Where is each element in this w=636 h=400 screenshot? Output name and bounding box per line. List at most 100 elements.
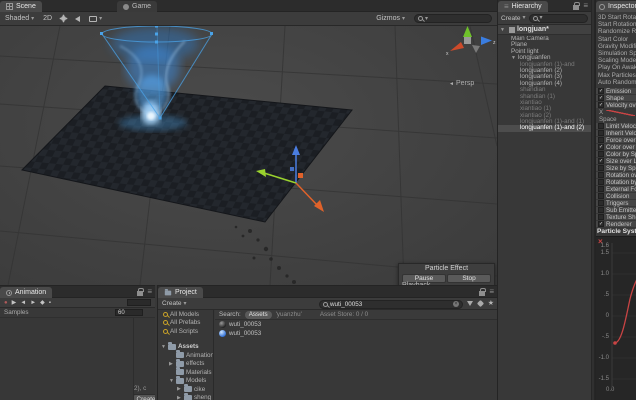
- search-scope-assets[interactable]: Assets: [244, 310, 272, 319]
- module-checkbox[interactable]: [598, 137, 604, 143]
- foldout-icon[interactable]: ▼: [169, 378, 174, 384]
- module-checkbox[interactable]: [598, 172, 604, 178]
- scene-root-row[interactable]: ▼ longjuan*: [498, 25, 591, 35]
- tab-game[interactable]: Game: [117, 1, 158, 12]
- project-search-input[interactable]: wuti_00053 ×: [319, 299, 463, 309]
- curve-editor[interactable]: × 1.6 1.5 1.0.5 0 -.5 -1.0 -1.5 0.0: [596, 236, 636, 400]
- module-label: Limit Velocity over Lifetime: [606, 122, 636, 130]
- add-keyframe-button[interactable]: ◆: [40, 299, 45, 306]
- scene-search-input[interactable]: ▾: [414, 14, 492, 23]
- folder-sheng[interactable]: ▶ sheng: [158, 392, 213, 400]
- stop-button[interactable]: Stop: [447, 274, 491, 283]
- foldout-icon[interactable]: ▶: [177, 395, 182, 400]
- module-checkbox[interactable]: [598, 200, 604, 206]
- gizmos-dropdown[interactable]: Gizmos ▾: [376, 15, 405, 22]
- effects-dropdown[interactable]: ▾: [89, 15, 102, 22]
- asset-store-count[interactable]: Asset Store: 0 / 0: [320, 311, 368, 318]
- module-checkbox[interactable]: [598, 165, 604, 171]
- create-dropdown[interactable]: Create ▾: [162, 300, 187, 307]
- property-simulation-space[interactable]: Simulation Space: [596, 50, 636, 57]
- curve-key-point[interactable]: [613, 341, 617, 345]
- next-key-button[interactable]: ►: [30, 300, 36, 306]
- tab-inspector[interactable]: Inspector: [596, 1, 636, 12]
- module-checkbox[interactable]: [598, 130, 604, 136]
- module-checkbox[interactable]: ✓: [598, 144, 604, 150]
- animation-dopesheet[interactable]: 2), c Create Dope Sheet Curves: [0, 318, 155, 400]
- foldout-icon[interactable]: ▼: [161, 344, 166, 350]
- folder-animation[interactable]: Animation: [158, 350, 213, 360]
- property-scaling-mode[interactable]: Scaling Mode: [596, 57, 636, 64]
- save-search-icon[interactable]: ★: [488, 300, 494, 307]
- search-by-label-icon[interactable]: [476, 299, 484, 308]
- folder-materials[interactable]: Materials: [158, 367, 213, 377]
- favorite-all-prefabs[interactable]: All Prefabs: [158, 319, 213, 328]
- 2d-toggle[interactable]: 2D: [43, 15, 52, 22]
- scene-viewport[interactable]: z x ◄ Persp Particle Effect Pause Stop P…: [0, 26, 497, 285]
- add-event-button[interactable]: ▪: [49, 300, 51, 306]
- hierarchy-search-input[interactable]: ▾: [528, 13, 588, 23]
- module-checkbox[interactable]: [598, 151, 604, 157]
- chevron-down-icon: ▾: [539, 15, 543, 21]
- record-button[interactable]: ●: [4, 300, 8, 306]
- panel-menu-icon[interactable]: ≡: [147, 288, 152, 296]
- tab-scene[interactable]: Scene: [0, 1, 42, 12]
- scene-toolbar: Shaded ▾ 2D ▾ Gizmos ▾ ▾: [0, 12, 497, 26]
- hierarchy-item-longjuanfen-1-and-2[interactable]: longjuanfen (1)-and (2): [498, 125, 591, 132]
- shading-mode-dropdown[interactable]: Shaded ▾: [5, 15, 34, 22]
- property-max-particles[interactable]: Max Particles: [596, 72, 636, 79]
- folder-effects[interactable]: ▶ effects: [158, 358, 213, 369]
- module-checkbox[interactable]: [598, 193, 604, 199]
- result-wuti-00053[interactable]: wuti_00053: [215, 320, 497, 329]
- module-label: Size over Lifetime: [606, 157, 636, 165]
- prev-key-button[interactable]: ◄: [20, 300, 26, 306]
- foldout-icon[interactable]: ▶: [169, 361, 174, 367]
- folder-assets[interactable]: ▼ Assets: [158, 341, 213, 352]
- foldout-icon[interactable]: ▼: [500, 27, 505, 33]
- velocity-curve[interactable]: [614, 275, 636, 344]
- velocity-x-curve[interactable]: [606, 109, 635, 116]
- property-start-rotation[interactable]: Start Rotation: [596, 21, 636, 28]
- property-start-color[interactable]: Start Color: [596, 36, 636, 43]
- result-wuti-00053[interactable]: wuti_00053: [215, 329, 497, 338]
- audio-toggle-icon[interactable]: [75, 15, 81, 22]
- module-checkbox[interactable]: [598, 207, 604, 213]
- property-play-on-awake[interactable]: Play On Awake*: [596, 64, 636, 71]
- module-checkbox[interactable]: ✓: [598, 102, 604, 108]
- play-button[interactable]: ▶: [12, 299, 17, 306]
- tab-hierarchy[interactable]: ≡ Hierarchy: [498, 1, 548, 12]
- module-checkbox[interactable]: [598, 214, 604, 220]
- foldout-icon[interactable]: ▶: [177, 386, 182, 392]
- lock-icon[interactable]: [573, 2, 581, 10]
- clear-search-icon[interactable]: ×: [453, 301, 459, 307]
- module-checkbox[interactable]: [598, 179, 604, 185]
- tab-animation[interactable]: Animation: [0, 287, 53, 298]
- property-gravity-modifier[interactable]: Gravity Modifier: [596, 43, 636, 50]
- favorite-all-scripts[interactable]: All Scripts: [158, 327, 213, 336]
- panel-menu-icon[interactable]: ≡: [489, 288, 494, 296]
- module-checkbox[interactable]: ✓: [598, 158, 604, 164]
- property-randomize-rotation[interactable]: Randomize Rotation: [596, 28, 636, 35]
- panel-menu-icon[interactable]: ≡: [583, 2, 588, 10]
- frame-field[interactable]: [127, 299, 151, 306]
- search-by-type-icon[interactable]: [466, 301, 473, 306]
- perspective-label[interactable]: ◄ Persp: [449, 80, 474, 87]
- foldout-icon[interactable]: ▼: [511, 55, 516, 61]
- lock-icon[interactable]: [479, 288, 487, 296]
- project-toolbar: Create ▾ wuti_00053 × ★: [158, 298, 497, 310]
- ground-plane[interactable]: [21, 85, 353, 223]
- module-checkbox[interactable]: ✓: [598, 95, 604, 101]
- scene-view-panel: Scene Game Shaded ▾ 2D ▾ Gizmos ▾ ▾ z x …: [0, 0, 497, 285]
- lighting-toggle-icon[interactable]: [61, 16, 67, 21]
- samples-value[interactable]: 60: [115, 309, 143, 316]
- property-3d-start-rotation[interactable]: 3D Start Rotation: [596, 14, 636, 21]
- module-velocity-over-lifetime[interactable]: ✓Velocity over Lifetime: [596, 102, 636, 109]
- favorite-all-models[interactable]: All Models: [158, 310, 213, 319]
- module-checkbox[interactable]: [598, 186, 604, 192]
- create-dropdown[interactable]: Create ▾: [501, 15, 526, 22]
- module-checkbox[interactable]: [598, 123, 604, 129]
- tab-project[interactable]: Project: [158, 287, 203, 298]
- property-auto-random-seed[interactable]: Auto Random Seed: [596, 79, 636, 86]
- module-checkbox[interactable]: ✓: [598, 88, 604, 94]
- lock-icon[interactable]: [137, 288, 145, 296]
- create-clip-button[interactable]: Create: [133, 394, 155, 400]
